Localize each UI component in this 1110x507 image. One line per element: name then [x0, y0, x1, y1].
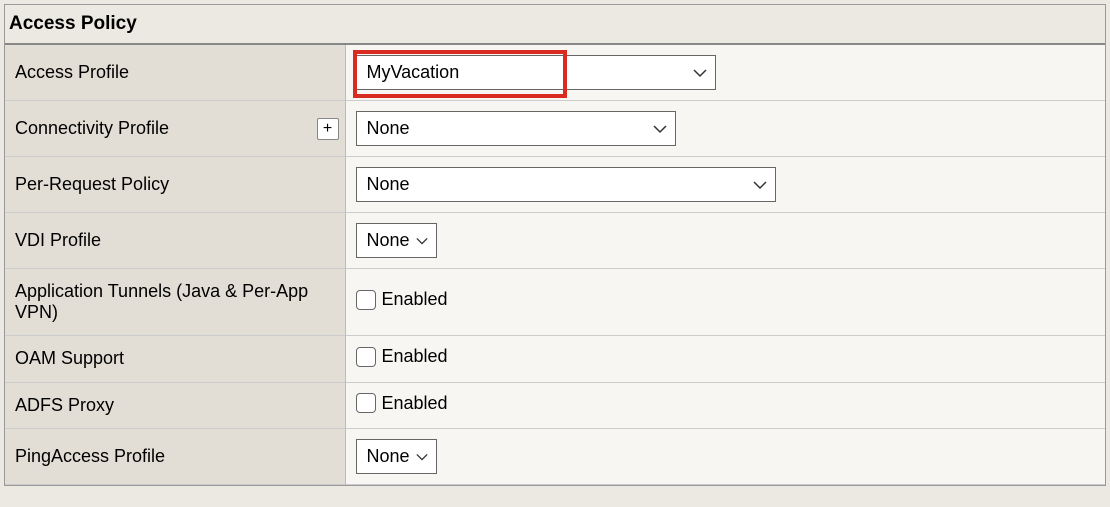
vdi-profile-value: None: [357, 224, 436, 257]
label-connectivity-profile: Connectivity Profile: [15, 118, 169, 138]
row-per-request-policy: Per-Request Policy None: [5, 157, 1105, 213]
pingaccess-profile-select[interactable]: None: [356, 439, 437, 474]
chevron-down-icon: [693, 68, 707, 78]
row-vdi-profile: VDI Profile None: [5, 213, 1105, 269]
row-connectivity-profile: Connectivity Profile + None: [5, 101, 1105, 157]
application-tunnels-checkbox-label: Enabled: [382, 289, 448, 310]
row-access-profile: Access Profile MyVacation: [5, 44, 1105, 101]
connectivity-profile-value: None: [357, 112, 444, 145]
label-oam-support: OAM Support: [5, 336, 345, 383]
per-request-policy-value: None: [357, 168, 444, 201]
add-connectivity-profile-button[interactable]: +: [317, 118, 339, 140]
label-per-request-policy: Per-Request Policy: [5, 157, 345, 213]
label-pingaccess-profile: PingAccess Profile: [5, 429, 345, 485]
access-profile-value: MyVacation: [357, 56, 494, 89]
row-application-tunnels: Application Tunnels (Java & Per-App VPN)…: [5, 269, 1105, 336]
label-vdi-profile: VDI Profile: [5, 213, 345, 269]
per-request-policy-select[interactable]: None: [356, 167, 776, 202]
oam-support-checkbox[interactable]: [356, 347, 376, 367]
adfs-proxy-checkbox-label: Enabled: [382, 393, 448, 414]
form-table: Access Profile MyVacation Connectivity P…: [5, 43, 1105, 485]
chevron-down-icon: [753, 180, 767, 190]
label-application-tunnels: Application Tunnels (Java & Per-App VPN): [5, 269, 345, 336]
label-adfs-proxy: ADFS Proxy: [5, 382, 345, 429]
row-adfs-proxy: ADFS Proxy Enabled: [5, 382, 1105, 429]
chevron-down-icon: [653, 124, 667, 134]
adfs-proxy-checkbox[interactable]: [356, 393, 376, 413]
section-title: Access Policy: [5, 5, 1105, 43]
vdi-profile-select[interactable]: None: [356, 223, 437, 258]
row-pingaccess-profile: PingAccess Profile None: [5, 429, 1105, 485]
row-oam-support: OAM Support Enabled: [5, 336, 1105, 383]
label-access-profile: Access Profile: [5, 44, 345, 101]
pingaccess-profile-value: None: [357, 440, 436, 473]
access-profile-select[interactable]: MyVacation: [356, 55, 716, 90]
oam-support-checkbox-label: Enabled: [382, 346, 448, 367]
application-tunnels-checkbox[interactable]: [356, 290, 376, 310]
access-policy-panel: Access Policy Access Profile MyVacation: [4, 4, 1106, 486]
connectivity-profile-select[interactable]: None: [356, 111, 676, 146]
